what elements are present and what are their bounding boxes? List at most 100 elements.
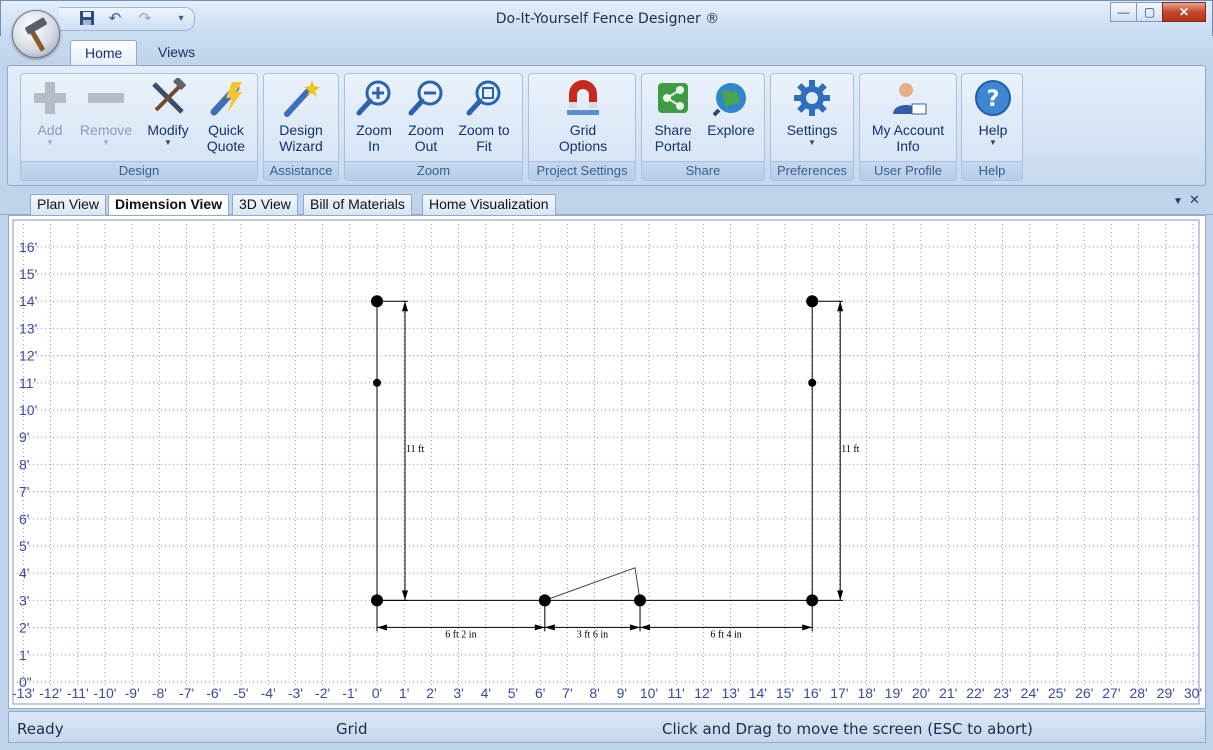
x-axis-label: 25' [1048, 685, 1066, 701]
assistance-group: Design Wizard Assistance [263, 73, 339, 181]
x-axis-label: 27' [1102, 685, 1120, 701]
design-group: Add ▼ Remove ▼ Modify ▼ Quick Quote Desi… [20, 73, 258, 181]
x-axis-label: -4' [261, 685, 276, 701]
zoom-in-button[interactable]: Zoom In [345, 78, 403, 162]
maximize-button[interactable]: ▢ [1136, 2, 1163, 22]
dimension-arrow [402, 301, 408, 312]
tab-home-visualization[interactable]: Home Visualization [422, 194, 556, 215]
add-button[interactable]: Add ▼ [21, 78, 79, 162]
chevron-down-icon: ▼ [102, 138, 110, 147]
tab-menu-icon[interactable]: ▼ [1173, 196, 1183, 207]
dimension-drawing[interactable]: -13' -12' -11' -10' -9' -8' -7' -6' -5' -4' -3' -2'… [9, 216, 1205, 708]
grid-options-button[interactable]: Grid Options [554, 78, 612, 162]
y-axis-label: 9' [19, 429, 29, 445]
x-axis-label: 3' [453, 685, 463, 701]
help-button[interactable]: ? Help ▼ [964, 78, 1022, 162]
status-grid: Grid [336, 720, 368, 738]
x-axis-label: 11' [668, 685, 685, 701]
account-icon [893, 83, 927, 115]
drawing-canvas[interactable]: -13' -12' -11' -10' -9' -8' -7' -6' -5' -4' -3' -2'… [8, 215, 1206, 709]
zoom-in-icon [356, 80, 391, 116]
application-menu-button[interactable] [12, 10, 60, 58]
x-axis-label: 7' [562, 685, 572, 701]
add-label: Add [37, 122, 63, 138]
help-icon: ? [975, 80, 1011, 116]
quick-quote-button[interactable]: Quick Quote [197, 78, 255, 162]
dimension-arrow [837, 301, 844, 312]
x-axis-label: 21' [939, 685, 957, 701]
share-portal-button[interactable]: Share Portal [644, 78, 702, 162]
dimension-arrow [402, 590, 408, 601]
y-axis-label: 16' [19, 239, 37, 255]
x-axis-label: 5' [508, 685, 518, 701]
y-axis-label: 4' [19, 565, 29, 581]
dimension-arrow [837, 590, 844, 601]
x-axis-label: 17' [830, 685, 848, 701]
design-wizard-label: Design Wizard [279, 122, 323, 154]
window-title: Do-It-Yourself Fence Designer ® [495, 11, 720, 27]
settings-label: Settings [786, 122, 838, 138]
zoom-out-button[interactable]: Zoom Out [397, 78, 455, 162]
dimension-label: 6 ft 4 in [710, 629, 741, 640]
x-axis-label: -3' [288, 685, 303, 701]
tab-views[interactable]: Views [144, 40, 209, 66]
x-axis-label: -11' [67, 685, 89, 701]
settings-button[interactable]: Settings ▼ [783, 78, 841, 162]
close-button[interactable]: ✕ [1162, 2, 1206, 22]
remove-label: Remove [79, 122, 133, 138]
tab-close-icon[interactable]: ✕ [1189, 192, 1200, 208]
y-axis-label: 14' [19, 293, 37, 309]
zoom-group-label: Zoom [345, 161, 522, 180]
remove-icon [88, 93, 124, 103]
dimension-label: 3 ft 6 in [577, 629, 608, 640]
tab-bill-of-materials[interactable]: Bill of Materials [303, 194, 412, 215]
hammer-icon [25, 17, 47, 52]
x-axis-label: -9' [125, 685, 140, 701]
x-axis-label: 8' [589, 685, 599, 701]
y-axis-label: 1' [19, 647, 29, 663]
modify-label: Modify [147, 122, 189, 138]
magic-wand-icon [284, 80, 320, 117]
x-axis-label: 22' [966, 685, 984, 701]
help-group: ? Help ▼ Help [961, 73, 1023, 181]
design-wizard-button[interactable]: Design Wizard [272, 78, 330, 162]
ribbon-tab-strip: Home Views [0, 36, 1213, 66]
zoom-to-fit-button[interactable]: Zoom to Fit [455, 78, 513, 162]
explore-button[interactable]: Explore [702, 78, 760, 162]
dimension-arrow [630, 624, 641, 631]
y-axis-label: 5' [19, 538, 29, 554]
x-axis-label: 6' [535, 685, 545, 701]
globe-icon [712, 83, 746, 117]
preferences-group-label: Preferences [771, 161, 853, 180]
y-axis-label: 12' [19, 348, 37, 364]
tab-dimension-view[interactable]: Dimension View [108, 194, 230, 216]
design-group-label: Design [21, 161, 257, 180]
project-settings-group: Grid Options Project Settings [528, 73, 636, 181]
minimize-button[interactable]: — [1110, 2, 1137, 22]
user-profile-group-label: User Profile [860, 161, 956, 180]
x-axis-label: 1' [399, 685, 409, 701]
x-axis-label: -10' [94, 685, 117, 701]
x-axis-label: -7' [179, 685, 194, 701]
dimension-arrow [377, 624, 387, 631]
assistance-group-label: Assistance [264, 161, 338, 180]
remove-button[interactable]: Remove ▼ [77, 78, 135, 162]
dimension-label: 6 ft 2 in [445, 629, 476, 640]
modify-button[interactable]: Modify ▼ [139, 78, 197, 162]
x-axis-label: 15' [776, 685, 794, 701]
tab-plan-view[interactable]: Plan View [30, 194, 107, 215]
x-axis-label: 19' [885, 685, 903, 701]
x-axis-label: -6' [206, 685, 221, 701]
my-account-info-button[interactable]: My Account Info [864, 78, 952, 162]
preferences-group: Settings ▼ Preferences [770, 73, 854, 181]
dimension-label: 11 ft [406, 444, 424, 455]
y-axis-label: 7' [19, 484, 29, 500]
x-axis-label: 4' [481, 685, 491, 701]
y-axis-label: 10' [19, 402, 37, 418]
x-axis-label: 24' [1021, 685, 1039, 701]
help-label: Help [978, 122, 1008, 138]
tab-3d-view[interactable]: 3D View [232, 194, 298, 215]
dimension-arrow [802, 624, 813, 631]
tab-home[interactable]: Home [70, 40, 138, 66]
share-group: Share Portal Explore Share [641, 73, 765, 181]
